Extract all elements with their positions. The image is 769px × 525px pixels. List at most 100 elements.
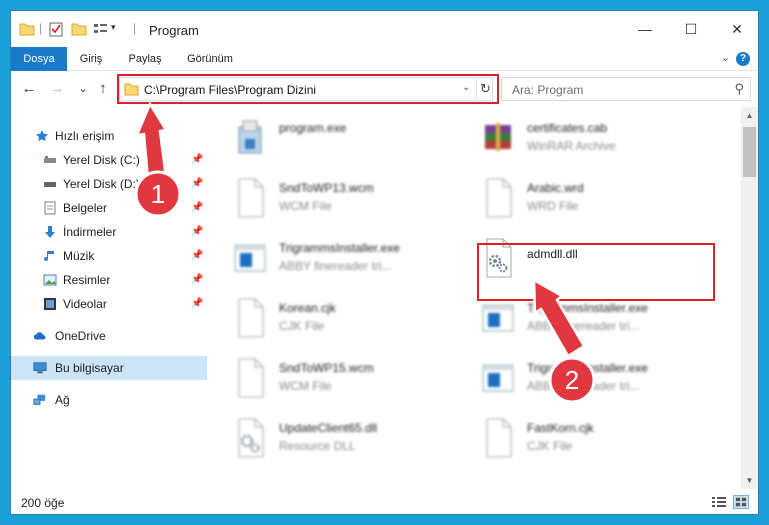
computer-icon <box>33 362 47 374</box>
explorer-window: | ▾ | Program — ☐ ✕ Dosya Giriş Paylaş G… <box>10 10 759 515</box>
documents-icon <box>44 201 56 215</box>
minimize-button[interactable]: — <box>622 11 668 47</box>
forward-button[interactable]: → <box>47 79 67 99</box>
file-name: TrigrammsInstaller.exe <box>527 361 648 375</box>
scroll-down-icon[interactable]: ▼ <box>741 472 758 489</box>
search-icon: ⚲ <box>734 81 744 96</box>
file-name: program.exe <box>279 121 347 135</box>
sidebar-item-onedrive[interactable]: OneDrive <box>11 324 207 348</box>
blank-file-icon <box>238 178 264 218</box>
sidebar-item-label: Videolar <box>63 297 107 311</box>
pictures-icon <box>43 274 57 286</box>
item-count: 200 öğe <box>21 496 65 510</box>
blank-file-icon <box>238 298 264 338</box>
help-button[interactable]: ? <box>736 52 750 66</box>
file-item[interactable]: TrigrammsInstaller.exe ABBY finereader t… <box>455 351 695 407</box>
expand-ribbon-icon[interactable]: ⌄ <box>721 51 730 64</box>
blank-file-icon <box>486 418 512 458</box>
sidebar-item-label: Müzik <box>63 249 95 263</box>
file-name: Arabic.wrd <box>527 181 584 195</box>
archive-icon <box>485 123 511 151</box>
up-button[interactable]: ↑ <box>93 79 113 99</box>
title-bar: | ▾ | Program — ☐ ✕ <box>11 11 758 47</box>
file-type: WCM File <box>279 199 332 213</box>
pin-icon: 📌 <box>191 226 204 237</box>
details-view-icon[interactable] <box>711 495 727 509</box>
installer-icon <box>238 120 262 154</box>
pin-icon: 📌 <box>191 250 204 261</box>
app-window-icon <box>234 244 266 272</box>
address-highlight-box <box>117 74 499 104</box>
file-type: ABBY finereader tri... <box>527 319 640 333</box>
file-item[interactable]: certificates.cab WinRAR Archive <box>455 111 695 167</box>
search-input[interactable]: Ara: Program ⚲ <box>501 77 751 101</box>
network-icon <box>33 394 46 405</box>
quick-access-dropdown-icon[interactable]: ▾ <box>111 22 116 33</box>
ribbon-tabs: Dosya Giriş Paylaş Görünüm ⌄ ? <box>11 47 758 71</box>
file-item[interactable]: SndToWP15.wcm WCM File <box>207 351 447 407</box>
file-name: FastKorn.cjk <box>527 421 594 435</box>
tab-home[interactable]: Giriş <box>73 47 109 71</box>
separator: | <box>133 21 137 35</box>
file-type: ABBY finereader tri... <box>527 379 640 393</box>
sidebar-item-downloads[interactable]: İndirmeler 📌 <box>11 220 207 244</box>
scroll-up-icon[interactable]: ▲ <box>741 107 758 124</box>
customize-toolbar-icon[interactable] <box>93 22 109 36</box>
sidebar-item-pictures[interactable]: Resimler 📌 <box>11 268 207 292</box>
file-type: WinRAR Archive <box>527 139 616 153</box>
file-name: SndToWP13.wcm <box>279 181 374 195</box>
file-item[interactable]: program.exe <box>207 111 447 167</box>
sidebar-item-drive-c[interactable]: Yerel Disk (C:) 📌 <box>11 148 207 172</box>
file-item[interactable]: Arabic.wrd WRD File <box>455 171 695 227</box>
maximize-button[interactable]: ☐ <box>668 11 714 47</box>
sidebar-item-documents[interactable]: Belgeler 📌 <box>11 196 207 220</box>
file-item[interactable]: UpdateClient65.dll Resource DLL <box>207 411 447 467</box>
sidebar-item-quick-access[interactable]: Hızlı erişim <box>11 124 207 148</box>
file-type: WCM File <box>279 379 332 393</box>
recent-locations-button[interactable]: ⌄ <box>73 79 93 99</box>
sidebar-item-label: Resimler <box>63 273 111 287</box>
back-button[interactable]: ← <box>19 79 39 99</box>
vertical-scrollbar[interactable]: ▲ ▼ <box>741 107 758 489</box>
pin-icon: 📌 <box>191 154 204 165</box>
file-name: SndToWP15.wcm <box>279 361 374 375</box>
large-icons-view-icon[interactable] <box>733 495 749 509</box>
sidebar-item-music[interactable]: Müzik 📌 <box>11 244 207 268</box>
window-title: Program <box>149 23 199 38</box>
file-name: certificates.cab <box>527 121 608 135</box>
close-button[interactable]: ✕ <box>714 11 758 47</box>
search-placeholder: Ara: Program <box>512 83 584 97</box>
sidebar-item-label: İndirmeler <box>63 225 117 239</box>
tab-file[interactable]: Dosya <box>11 47 67 71</box>
sidebar-item-drive-d[interactable]: Yerel Disk (D:) 📌 <box>11 172 207 196</box>
sidebar-item-this-pc[interactable]: Bu bilgisayar <box>11 356 207 380</box>
tab-share[interactable]: Paylaş <box>123 47 167 71</box>
pin-icon: 📌 <box>191 202 204 213</box>
sidebar-item-label: Hızlı erişim <box>55 129 115 143</box>
file-item[interactable]: Korean.cjk CJK File <box>207 291 447 347</box>
sidebar-item-videos[interactable]: Videolar 📌 <box>11 292 207 316</box>
sidebar-item-label: Bu bilgisayar <box>55 361 124 375</box>
navigation-bar: ← → ⌄ ↑ C:\Program Files\Program Dizini … <box>11 71 758 107</box>
file-highlight-box <box>477 243 715 301</box>
file-type: ABBY finereader tri... <box>279 259 392 273</box>
sidebar-item-label: Belgeler <box>63 201 108 215</box>
blank-file-icon <box>486 178 512 218</box>
properties-icon[interactable] <box>49 22 63 37</box>
new-folder-icon[interactable] <box>71 22 87 36</box>
sidebar-item-network[interactable]: Ağ <box>11 388 207 412</box>
tab-view[interactable]: Görünüm <box>181 47 239 71</box>
sidebar-item-label: Yerel Disk (C:) <box>63 153 140 167</box>
drive-icon <box>44 182 56 187</box>
app-window-icon <box>482 364 514 392</box>
sidebar-item-label: OneDrive <box>55 329 106 343</box>
file-item[interactable]: SndToWP13.wcm WCM File <box>207 171 447 227</box>
scroll-thumb[interactable] <box>743 127 756 177</box>
file-item[interactable]: FastKorn.cjk CJK File <box>455 411 695 467</box>
folder-icon <box>19 23 35 36</box>
file-type: WRD File <box>527 199 579 213</box>
sidebar-item-label: Ağ <box>55 393 70 407</box>
file-item[interactable]: TrigrammsInstaller.exe ABBY finereader t… <box>207 231 447 287</box>
file-type: Resource DLL <box>279 439 356 453</box>
status-bar: 200 öğe <box>11 489 758 514</box>
